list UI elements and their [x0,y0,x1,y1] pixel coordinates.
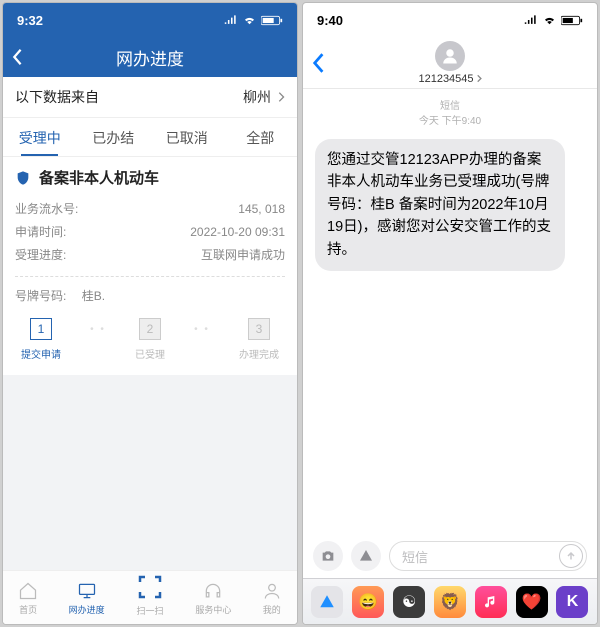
row-apply-time: 申请时间: 2022-10-20 09:31 [15,221,285,244]
row-plate: 号牌号码: 桂B. [15,276,285,304]
scan-icon [135,572,165,602]
status-time: 9:32 [17,13,43,28]
nav-bar: 网办进度 [3,37,297,77]
signal-icon [524,15,538,25]
case-title-row: 备案非本人机动车 [15,167,285,188]
monitor-icon [77,581,97,601]
step-3-done: 3 办理完成 [239,318,279,361]
case-card[interactable]: 备案非本人机动车 业务流水号: 145, 018 申请时间: 2022-10-2… [3,157,297,375]
row-serial: 业务流水号: 145, 018 [15,198,285,221]
status-bar: 9:32 [3,3,297,37]
appstore-icon [358,548,374,564]
empty-area [3,375,297,570]
contact-header[interactable]: 121234545 [418,41,481,85]
bottom-nav-scan[interactable]: 扫一扫 [135,572,165,617]
status-tabs: 受理中 已办结 已取消 全部 [3,118,297,157]
sms-text: 您通过交管12123APP办理的备案非本人机动车业务已受理成功(号牌号码：桂B … [327,152,551,258]
thread-meta: 短信 今天 下午9:40 [303,99,597,129]
send-button[interactable] [559,544,583,568]
tab-cancelled[interactable]: 已取消 [150,118,224,156]
step-gap: • • [61,318,135,335]
back-icon[interactable] [311,52,325,74]
camera-icon [320,548,336,564]
right-phone-messages: 9:40 121234545 短信 今天 下午9:40 您通过交管12123AP… [302,2,598,625]
status-icons [524,15,583,26]
step-2-accepted: 2 已受理 [135,318,165,361]
tab-completed[interactable]: 已办结 [77,118,151,156]
chevron-right-icon [476,74,482,83]
compose-placeholder: 短信 [402,547,428,566]
wifi-icon [242,15,257,26]
status-time: 9:40 [317,13,343,28]
appstore-a-icon [318,593,336,611]
tab-processing[interactable]: 受理中 [3,118,77,156]
contact-number: 121234545 [418,73,481,85]
dock-app-4[interactable]: ❤️ [516,586,548,618]
home-icon [18,581,38,601]
row-progress: 受理进度: 互联网申请成功 [15,244,285,267]
dock-app-5[interactable]: K [556,586,588,618]
signal-icon [224,15,238,25]
progress-steps: 1 提交申请 • • 2 已受理 • • 3 办理完成 [15,318,285,361]
user-icon [262,581,282,601]
data-source-row[interactable]: 以下数据来自 柳州 [3,77,297,118]
chevron-right-icon [277,91,285,103]
headset-icon [203,581,223,601]
compose-bar: 短信 [303,534,597,578]
battery-icon [561,15,583,26]
step-1-submit: 1 提交申请 [21,318,61,361]
bottom-nav-progress[interactable]: 网办进度 [69,581,105,616]
thread-spacer [303,271,597,534]
bottom-nav-home[interactable]: 首页 [18,581,38,616]
status-icons [224,15,283,26]
dock-app-music[interactable] [475,586,507,618]
imessage-app-dock: 😄 ☯ 🦁 ❤️ K [303,578,597,624]
status-bar: 9:40 [303,3,597,37]
appstore-button[interactable] [351,541,381,571]
messages-nav: 121234545 [303,37,597,89]
wifi-icon [542,15,557,26]
dock-app-3[interactable]: 🦁 [434,586,466,618]
compose-input[interactable]: 短信 [389,541,587,571]
source-city: 柳州 [243,87,271,107]
tab-all[interactable]: 全部 [224,118,298,156]
person-icon [441,47,459,65]
case-title: 备案非本人机动车 [39,167,159,188]
dock-app-store[interactable] [311,586,343,618]
bottom-nav-me[interactable]: 我的 [262,581,282,616]
source-label: 以下数据来自 [15,87,99,107]
battery-icon [261,15,283,26]
avatar [435,41,465,71]
left-phone-app-12123: 9:32 网办进度 以下数据来自 柳州 受理中 已办结 已取消 全部 备案非本人… [2,2,298,625]
arrow-up-icon [565,550,577,562]
sms-bubble-incoming[interactable]: 您通过交管12123APP办理的备案非本人机动车业务已受理成功(号牌号码：桂B … [315,139,565,271]
dock-app-2[interactable]: ☯ [393,586,425,618]
camera-button[interactable] [313,541,343,571]
step-gap: • • [165,318,239,335]
shield-icon [15,170,31,186]
bottom-nav-service[interactable]: 服务中心 [195,581,231,616]
page-title: 网办进度 [116,45,184,70]
dock-app-1[interactable]: 😄 [352,586,384,618]
bottom-nav: 首页 网办进度 扫一扫 服务中心 我的 [3,570,297,624]
music-icon [483,594,499,610]
back-icon[interactable] [11,48,23,66]
